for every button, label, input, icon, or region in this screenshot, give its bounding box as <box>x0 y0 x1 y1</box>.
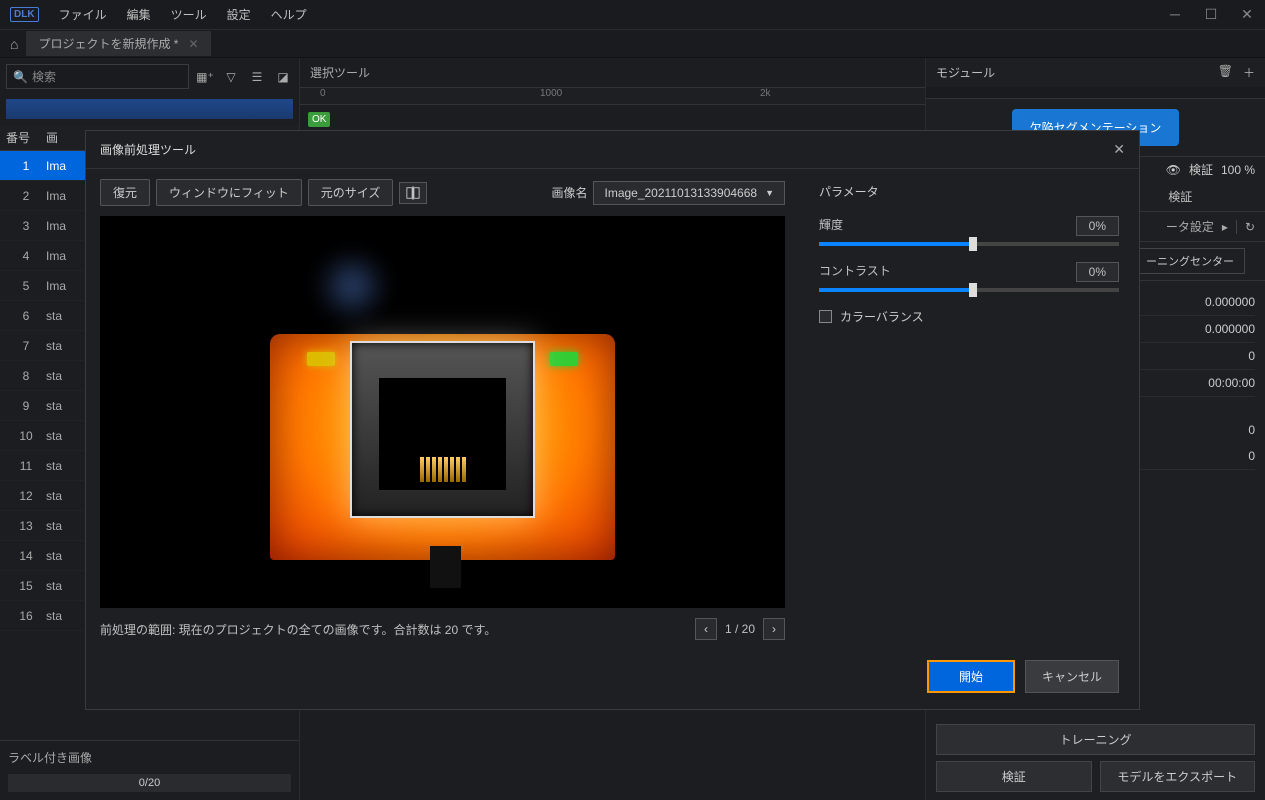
row-number: 15 <box>6 579 46 593</box>
training-center-button[interactable]: ーニングセンター <box>1135 248 1245 274</box>
col-number[interactable]: 番号 <box>6 129 46 146</box>
eye-icon[interactable]: 👁 <box>1166 163 1181 177</box>
original-size-button[interactable]: 元のサイズ <box>308 179 394 206</box>
ruler-tick: 1000 <box>540 88 562 99</box>
page-next-button[interactable]: › <box>763 618 785 640</box>
row-number: 3 <box>6 219 46 233</box>
row-number: 6 <box>6 309 46 323</box>
list-icon[interactable]: ☰ <box>247 67 267 87</box>
brightness-slider[interactable] <box>819 242 1119 246</box>
search-placeholder: 検索 <box>32 68 56 85</box>
close-icon[interactable]: ✕ <box>1239 6 1255 23</box>
ruler-tick: 2k <box>760 88 771 99</box>
preprocess-modal: 画像前処理ツール ✕ 復元 ウィンドウにフィット 元のサイズ 画像名 Image… <box>85 130 1140 710</box>
info-value: 0.000000 <box>1205 295 1255 309</box>
export-model-button[interactable]: モデルをエクスポート <box>1100 761 1256 792</box>
modal-title: 画像前処理ツール <box>100 141 196 158</box>
verify-button[interactable]: 検証 <box>936 761 1092 792</box>
minimize-icon[interactable]: ─ <box>1167 6 1183 23</box>
menu-help[interactable]: ヘルプ <box>271 6 307 23</box>
ruler-tick: 0 <box>320 88 326 99</box>
image-name-dropdown[interactable]: Image_20211013133904668 ▼ <box>593 181 785 205</box>
category-bar[interactable] <box>6 99 293 119</box>
verify-label: 検証 <box>1189 161 1213 178</box>
row-number: 7 <box>6 339 46 353</box>
chevron-down-icon: ▼ <box>765 188 774 198</box>
info-value: 0 <box>1248 423 1255 437</box>
select-tool-header: 選択ツール <box>300 58 925 87</box>
home-icon[interactable]: ⌂ <box>10 36 18 52</box>
color-balance-checkbox[interactable] <box>819 310 832 323</box>
module-title: モジュール <box>936 64 995 81</box>
ok-badge: OK <box>308 112 330 127</box>
labeled-images-title: ラベル付き画像 <box>8 749 291 766</box>
row-number: 11 <box>6 459 46 473</box>
parameters-title: パラメータ <box>819 183 1119 200</box>
restore-button[interactable]: 復元 <box>100 179 150 206</box>
contrast-slider[interactable] <box>819 288 1119 292</box>
row-number: 8 <box>6 369 46 383</box>
add-icon[interactable]: ＋ <box>1243 64 1255 81</box>
data-settings-label[interactable]: ータ設定 <box>1166 218 1214 235</box>
brightness-label: 輝度 <box>819 216 843 236</box>
training-button[interactable]: トレーニング <box>936 724 1255 755</box>
menubar: DLK ファイル 編集 ツール 設定 ヘルプ ─ ☐ ✕ <box>0 0 1265 30</box>
row-number: 13 <box>6 519 46 533</box>
modal-close-icon[interactable]: ✕ <box>1113 141 1125 158</box>
row-number: 2 <box>6 189 46 203</box>
menu-file[interactable]: ファイル <box>59 6 107 23</box>
tab-bar: ⌂ プロジェクトを新規作成 * ✕ <box>0 30 1265 58</box>
info-value: 0.000000 <box>1205 322 1255 336</box>
trash-icon[interactable]: 🗑 <box>1218 64 1233 81</box>
project-tab[interactable]: プロジェクトを新規作成 * ✕ <box>26 31 210 56</box>
tab-title: プロジェクトを新規作成 * <box>38 35 178 52</box>
image-preview[interactable] <box>100 216 785 608</box>
tab-close-icon[interactable]: ✕ <box>188 37 198 51</box>
info-value: 0 <box>1248 349 1255 363</box>
contrast-value[interactable]: 0% <box>1076 262 1119 282</box>
cancel-button[interactable]: キャンセル <box>1025 660 1119 693</box>
row-number: 16 <box>6 609 46 623</box>
row-number: 1 <box>6 159 46 173</box>
compare-icon[interactable] <box>399 182 427 204</box>
color-balance-label: カラーバランス <box>840 308 924 325</box>
start-button[interactable]: 開始 <box>927 660 1015 693</box>
row-number: 12 <box>6 489 46 503</box>
image-name-label: 画像名 <box>551 184 587 201</box>
page-indicator: 1 / 20 <box>725 622 755 636</box>
fit-window-button[interactable]: ウィンドウにフィット <box>156 179 302 206</box>
contrast-label: コントラスト <box>819 262 891 282</box>
row-number: 9 <box>6 399 46 413</box>
info-value: 00:00:00 <box>1208 376 1255 390</box>
page-prev-button[interactable]: ‹ <box>695 618 717 640</box>
scope-label: 前処理の範囲: 現在のプロジェクトの全ての画像です。合計数は 20 です。 <box>100 621 496 638</box>
ruler-horizontal: 0 1000 2k <box>300 87 925 105</box>
info-value: 0 <box>1248 449 1255 463</box>
image-name-value: Image_20211013133904668 <box>604 186 757 200</box>
menu-tool[interactable]: ツール <box>171 6 207 23</box>
app-logo: DLK <box>10 7 39 22</box>
row-number: 5 <box>6 279 46 293</box>
maximize-icon[interactable]: ☐ <box>1203 6 1219 23</box>
search-icon: 🔍 <box>13 70 28 84</box>
row-number: 10 <box>6 429 46 443</box>
refresh-icon[interactable]: ↻ <box>1236 220 1255 234</box>
preview-image <box>134 236 751 589</box>
row-number: 4 <box>6 249 46 263</box>
add-image-icon[interactable]: ▦⁺ <box>195 67 215 87</box>
menu-settings[interactable]: 設定 <box>227 6 251 23</box>
view-icon[interactable]: ◪ <box>273 67 293 87</box>
search-input[interactable]: 🔍 検索 <box>6 64 189 89</box>
module-ruler <box>926 87 1265 99</box>
filter-icon[interactable]: ▽ <box>221 67 241 87</box>
brightness-value[interactable]: 0% <box>1076 216 1119 236</box>
row-number: 14 <box>6 549 46 563</box>
label-progress: 0/20 <box>8 774 291 792</box>
caret-right-icon: ▸ <box>1222 220 1228 234</box>
verify-percent: 100 % <box>1221 163 1255 177</box>
menu-edit[interactable]: 編集 <box>127 6 151 23</box>
